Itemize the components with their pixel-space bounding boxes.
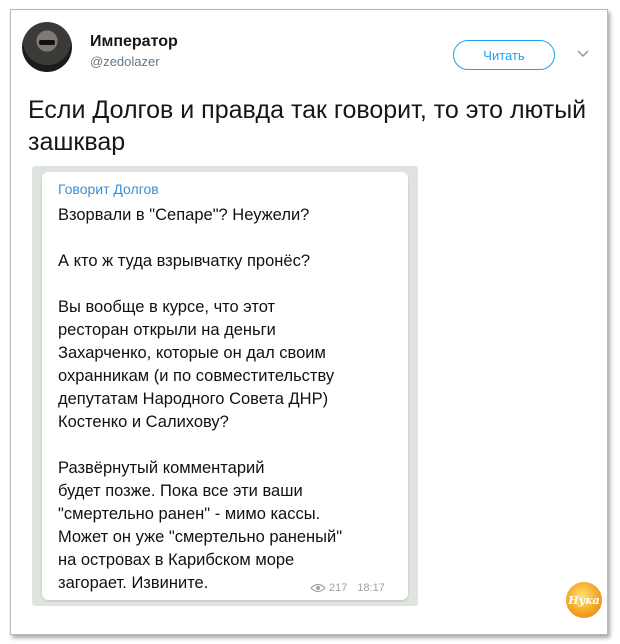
watermark-text: Нука — [568, 593, 600, 607]
eye-icon — [310, 583, 326, 593]
avatar-glasses — [39, 40, 55, 45]
view-count: 217 — [329, 582, 348, 594]
author-name[interactable]: Император — [90, 33, 178, 51]
follow-button[interactable]: Читать — [453, 40, 555, 70]
message-time: 18:17 — [357, 582, 385, 594]
message-author: Говорит Долгов — [58, 181, 159, 197]
tweet-text: Если Долгов и правда так говорит, то это… — [28, 96, 587, 156]
author-handle[interactable]: @zedolazer — [90, 54, 160, 69]
message-text: Взорвали в "Сепаре"? Неужели? А кто ж ту… — [58, 206, 343, 592]
chevron-down-icon[interactable] — [576, 46, 590, 60]
message-meta: 217 18:17 — [310, 582, 385, 594]
avatar[interactable] — [22, 22, 72, 72]
watermark-logo: Нука — [566, 582, 602, 618]
